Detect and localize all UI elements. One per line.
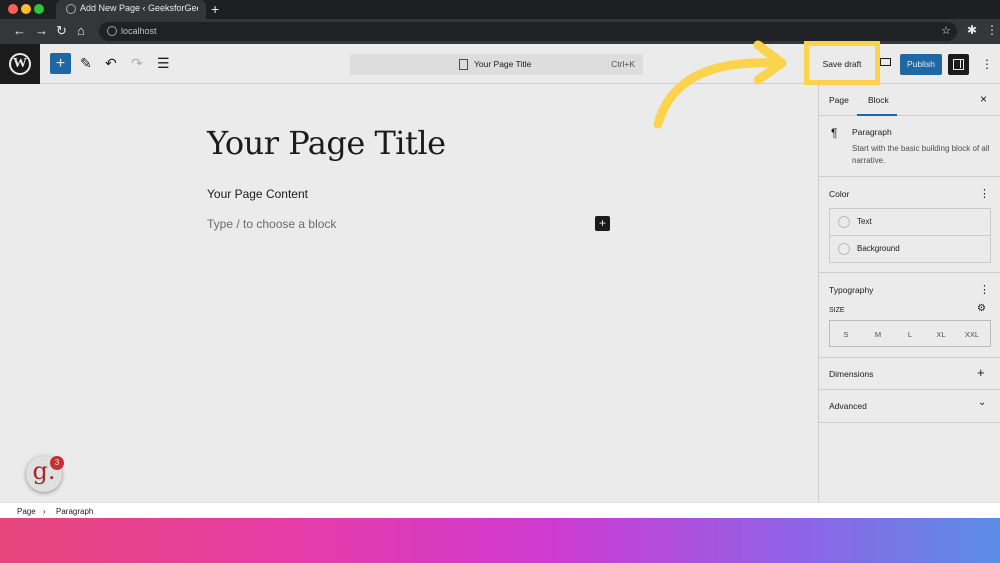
breadcrumb-page[interactable]: Page [17, 507, 36, 516]
star-icon[interactable]: ☆ [941, 24, 951, 37]
decorative-gradient-band [0, 518, 1000, 563]
close-window-dot[interactable] [8, 4, 18, 14]
browser-titlebar: Add New Page ‹ GeeksforGeeks — + [0, 0, 1000, 19]
size-option-s[interactable]: S [836, 330, 856, 339]
divider [819, 272, 1000, 273]
site-info-icon[interactable] [107, 26, 117, 36]
chevron-down-icon[interactable]: ⌄ [978, 397, 986, 408]
color-settings: Text Background [829, 208, 991, 263]
browser-tab[interactable]: Add New Page ‹ GeeksforGeeks — [56, 0, 206, 19]
home-icon[interactable]: ⌂ [77, 23, 85, 38]
publish-button[interactable]: Publish [900, 54, 942, 75]
forward-icon[interactable]: → [35, 23, 48, 38]
document-outline-icon[interactable]: ☰ [157, 55, 170, 72]
divider [819, 357, 1000, 358]
command-bar-title: Your Page Title [474, 59, 532, 69]
dimensions-add-icon[interactable]: + [977, 365, 985, 380]
divider [819, 389, 1000, 390]
close-sidebar-icon[interactable]: × [980, 92, 987, 106]
block-name: Paragraph [852, 127, 892, 137]
font-size-picker: S M L XL XXL [829, 320, 991, 347]
font-size-label: SIZE [829, 307, 845, 314]
breadcrumb-separator: › [43, 507, 46, 516]
back-icon[interactable]: ← [13, 23, 26, 38]
color-option-label: Background [857, 244, 900, 253]
url-text: localhost [121, 26, 157, 36]
paragraph-block[interactable]: Your Page Content [207, 187, 308, 201]
size-option-m[interactable]: M [868, 330, 888, 339]
background-color-swatch [838, 243, 850, 255]
size-option-xxl[interactable]: XXL [962, 330, 982, 339]
color-text-option[interactable]: Text [830, 209, 990, 236]
text-color-swatch [838, 216, 850, 228]
size-option-l[interactable]: L [900, 330, 920, 339]
add-block-button[interactable]: + [50, 53, 71, 74]
page-icon [459, 59, 468, 70]
edit-tool-icon[interactable]: ✎ [80, 55, 92, 72]
advanced-panel-heading[interactable]: Advanced [829, 401, 867, 411]
block-breadcrumb: Page › Paragraph [0, 502, 1000, 518]
divider [819, 176, 1000, 177]
globe-icon [66, 4, 76, 14]
color-panel-heading[interactable]: Color [829, 189, 849, 199]
options-menu-icon[interactable]: ⋮ [981, 58, 993, 70]
custom-size-icon[interactable]: ⚙ [977, 303, 986, 314]
breadcrumb-paragraph[interactable]: Paragraph [56, 507, 93, 516]
divider [819, 422, 1000, 423]
typography-panel-heading[interactable]: Typography [829, 285, 873, 295]
block-placeholder[interactable]: Type / to choose a block [207, 217, 336, 231]
settings-toggle-button[interactable] [948, 54, 969, 75]
dimensions-panel-heading[interactable]: Dimensions [829, 369, 873, 379]
preview-icon[interactable] [880, 58, 891, 66]
maximize-window-dot[interactable] [34, 4, 44, 14]
tab-page[interactable]: Page [829, 95, 849, 105]
editor-canvas: Your Page Title Your Page Content Type /… [0, 84, 818, 502]
size-option-xl[interactable]: XL [931, 330, 951, 339]
active-tab-indicator [857, 114, 897, 116]
inline-add-block-button[interactable]: + [595, 216, 610, 231]
settings-sidebar: Page Block × ¶ Paragraph Start with the … [818, 84, 1000, 502]
color-options-icon[interactable]: ⋮ [979, 187, 990, 200]
url-input[interactable]: localhost ☆ [99, 22, 957, 41]
wordpress-logo-button[interactable]: W [0, 44, 40, 84]
grammarly-count-badge: 3 [50, 456, 64, 470]
page-title[interactable]: Your Page Title [207, 124, 446, 162]
command-palette-bar[interactable]: Your Page Title Ctrl+K [350, 54, 643, 75]
new-tab-button[interactable]: + [211, 1, 219, 17]
undo-icon[interactable]: ↶ [105, 55, 117, 72]
color-option-label: Text [857, 217, 872, 226]
annotation-arrow-icon [653, 40, 787, 129]
block-description: Start with the basic building block of a… [852, 144, 990, 165]
sidebar-tabs: Page Block × [819, 84, 1000, 116]
color-background-option[interactable]: Background [830, 236, 990, 263]
sidebar-icon [953, 59, 964, 70]
paragraph-icon: ¶ [831, 126, 838, 140]
typography-options-icon[interactable]: ⋮ [979, 283, 990, 296]
browser-menu-icon[interactable]: ⋮ [986, 23, 998, 37]
command-bar-shortcut: Ctrl+K [611, 59, 635, 69]
minimize-window-dot[interactable] [21, 4, 31, 14]
wordpress-icon: W [9, 53, 31, 75]
tab-block[interactable]: Block [868, 95, 889, 105]
puzzle-icon[interactable]: ✱ [967, 23, 977, 37]
reload-icon[interactable]: ↻ [56, 23, 67, 39]
tab-title: Add New Page ‹ GeeksforGeeks — [80, 3, 198, 13]
redo-icon[interactable]: ↷ [131, 55, 143, 72]
highlight-box [804, 41, 880, 85]
